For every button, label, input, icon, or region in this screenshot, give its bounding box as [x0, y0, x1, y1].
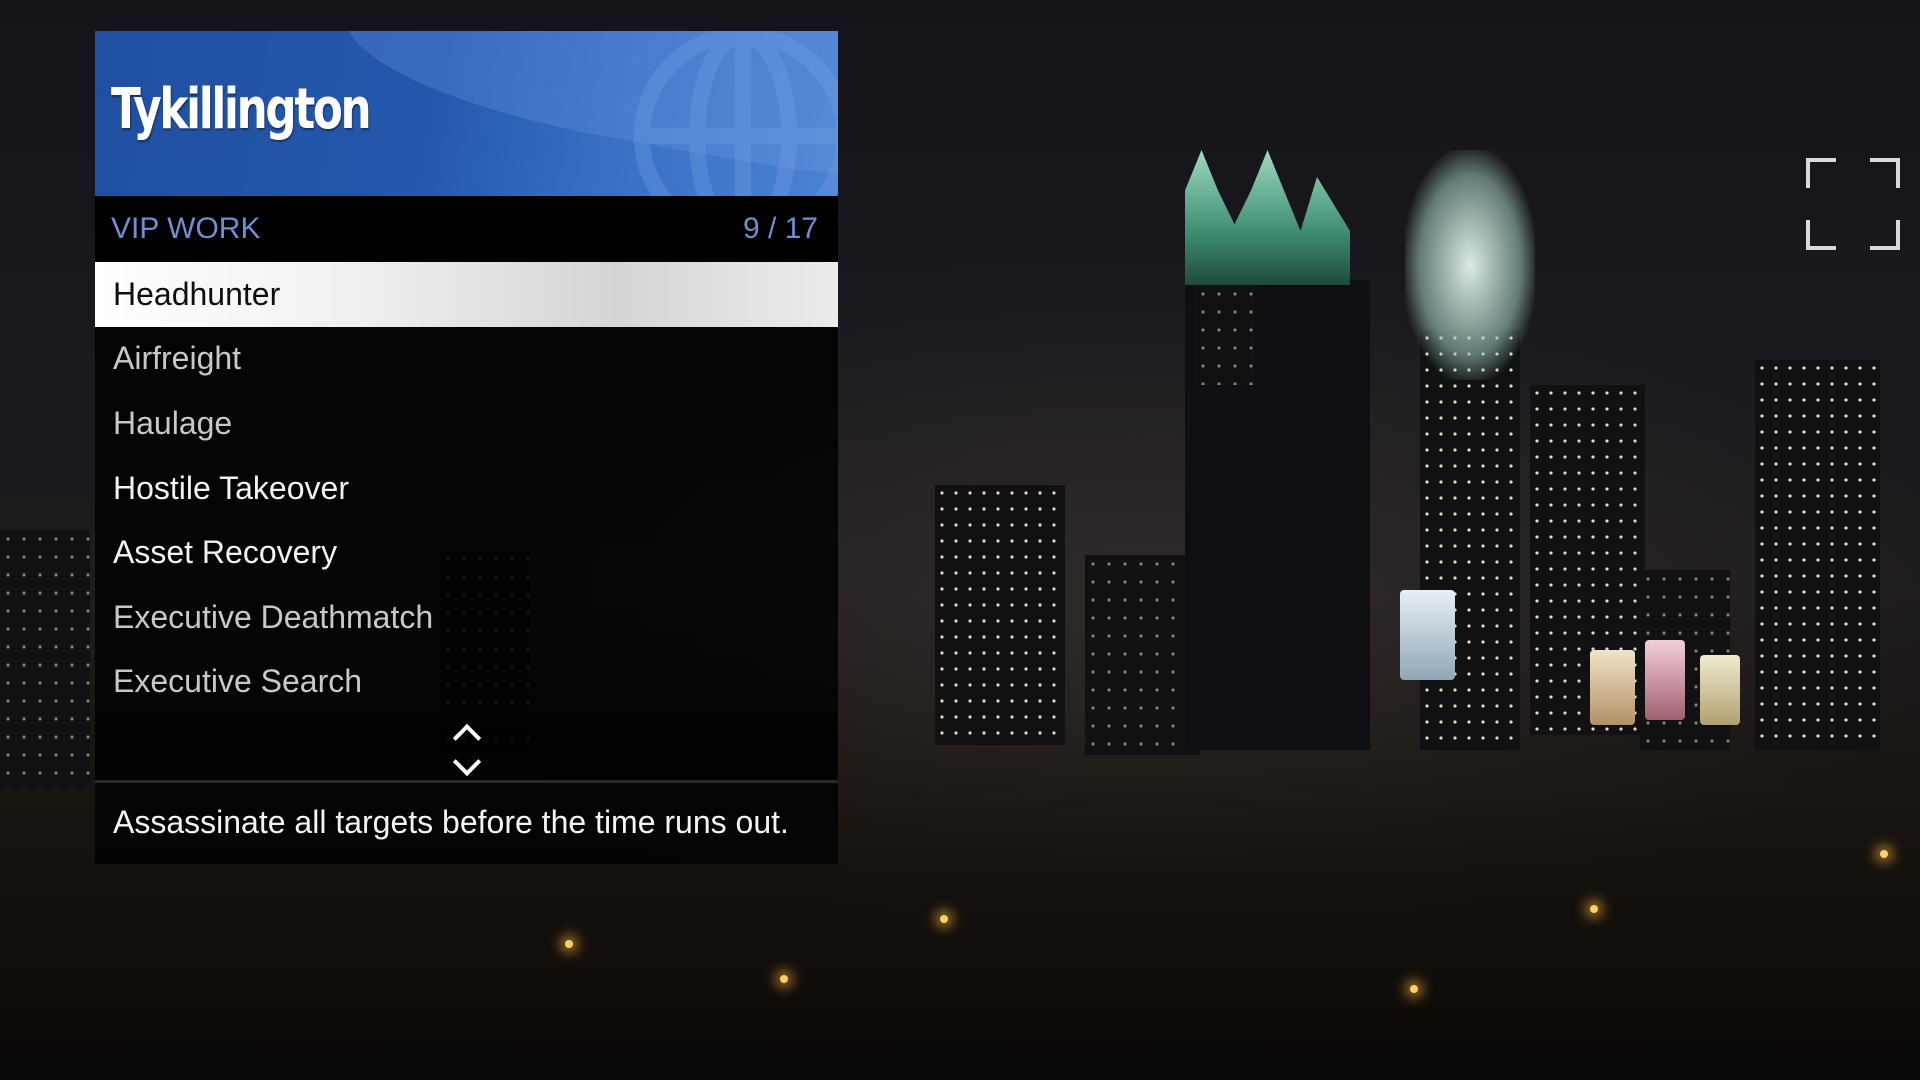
menu-item-hostile-takeover[interactable]: Hostile Takeover	[95, 456, 838, 521]
menu-item-asset-recovery[interactable]: Asset Recovery	[95, 520, 838, 585]
building-crown	[1185, 150, 1350, 285]
item-description: Assassinate all targets before the time …	[95, 783, 838, 865]
menu-item-executive-deathmatch[interactable]: Executive Deathmatch	[95, 585, 838, 650]
building	[1085, 555, 1200, 755]
building	[935, 485, 1065, 745]
menu-item-label: Haulage	[113, 404, 233, 441]
menu-title: Tykillington	[111, 77, 372, 142]
menu-item-executive-search[interactable]: Executive Search	[95, 650, 838, 715]
bracket-corner	[1806, 158, 1836, 188]
building	[0, 530, 90, 790]
interaction-menu: Tykillington VIP WORK 9 / 17 Headhunter …	[95, 31, 838, 865]
billboard	[1645, 640, 1685, 720]
menu-item-label: Executive Search	[113, 663, 363, 700]
streetlight	[940, 915, 948, 923]
menu-item-haulage[interactable]: Haulage	[95, 391, 838, 456]
menu-item-headhunter[interactable]: Headhunter	[95, 262, 838, 327]
building	[1755, 360, 1880, 750]
globe-icon	[633, 31, 838, 196]
billboard	[1700, 655, 1740, 725]
menu-subheader: VIP WORK 9 / 17	[95, 196, 838, 262]
streetlight	[1880, 850, 1888, 858]
fullscreen-brackets-icon[interactable]	[1806, 158, 1900, 250]
scroll-indicator[interactable]	[95, 714, 838, 784]
menu-header: Tykillington	[95, 31, 838, 196]
tower-light	[1405, 150, 1535, 380]
menu-item-label: Hostile Takeover	[113, 469, 349, 506]
menu-item-label: Asset Recovery	[113, 534, 338, 571]
category-label: VIP WORK	[111, 212, 261, 245]
up-down-chevrons-icon	[452, 722, 481, 777]
streetlight	[1590, 905, 1598, 913]
billboard	[1590, 650, 1635, 725]
bracket-corner	[1806, 220, 1836, 250]
menu-item-label: Executive Deathmatch	[113, 598, 434, 635]
streetlight	[1410, 985, 1418, 993]
bracket-corner	[1870, 220, 1900, 250]
menu-item-label: Airfreight	[113, 340, 242, 377]
item-counter: 9 / 17	[742, 212, 818, 245]
bracket-corner	[1870, 158, 1900, 188]
menu-item-airfreight[interactable]: Airfreight	[95, 327, 838, 392]
streetlight	[780, 975, 788, 983]
chevron-down-icon	[452, 748, 481, 777]
streetlight	[565, 940, 573, 948]
menu-item-label: Headhunter	[113, 275, 281, 312]
menu-list: Headhunter Airfreight Haulage Hostile Ta…	[95, 262, 838, 715]
billboard	[1400, 590, 1455, 680]
building	[1420, 330, 1520, 750]
building	[1195, 285, 1255, 385]
